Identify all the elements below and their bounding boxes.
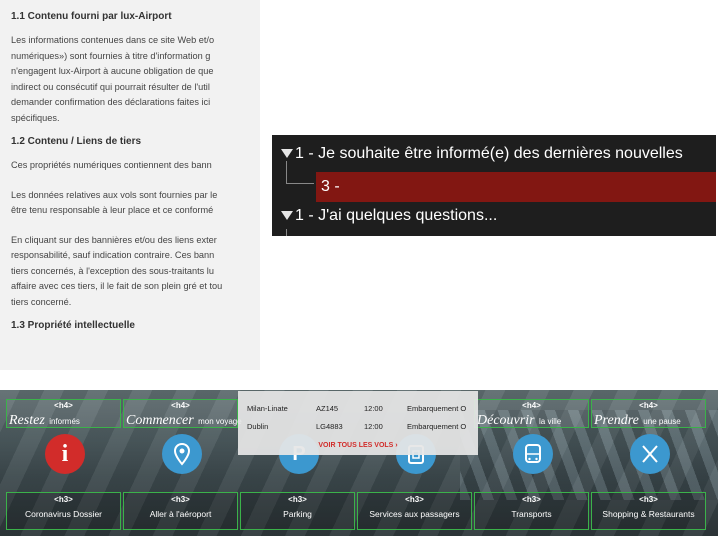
section-1-1-paragraph: Les informations contenues dans ce site … [11, 35, 215, 123]
tree-node-label: 3 - [321, 178, 340, 195]
section-1-2-paragraph-2: Les données relatives aux vols sont four… [11, 189, 218, 216]
legal-text-panel: 1.1 Contenu fourni par lux-Airport Les i… [0, 0, 260, 370]
fork-knife-icon[interactable] [630, 434, 670, 474]
bus-icon[interactable] [513, 434, 553, 474]
tree-node-questions[interactable]: 1 - J'ai quelques questions... [272, 203, 716, 229]
section-heading-1-2: 1.2 Contenu / Liens de tiers [11, 136, 142, 147]
h3-link-parking[interactable]: <h3> Parking [240, 492, 355, 530]
h3-label: Transports [511, 509, 552, 519]
h3-label: Services aux passagers [369, 509, 460, 519]
flight-board: Milan-Linate AZ145 12:00 Embarquement O … [238, 391, 478, 455]
airport-menu-strip: <h4> Restez informés i <h3> Coronavirus … [0, 390, 718, 536]
h4-label-box: <h4> Commencer mon voyage [123, 399, 242, 428]
tree-connector [286, 229, 287, 236]
h4-title: Prendre [594, 413, 639, 428]
h4-label-box: <h4> Prendre une pause [591, 399, 706, 428]
h4-title: Découvrir [477, 413, 535, 428]
menu-card-airport-access: <h4> Commencer mon voyage <h3> Aller à l… [123, 399, 242, 530]
h4-label-box: <h4> Restez informés [6, 399, 121, 428]
tree-node-label: 1 - J'ai quelques questions... [295, 207, 498, 224]
h3-link-passenger-services[interactable]: <h3> Services aux passagers [357, 492, 472, 530]
menu-card-shopping: <h4> Prendre une pause <h3> Shopping & R… [591, 399, 706, 530]
h3-label: Shopping & Restaurants [602, 509, 695, 519]
expand-triangle-icon[interactable] [281, 149, 293, 159]
tree-node-news[interactable]: 1 - Je souhaite être informé(e) des dern… [272, 141, 716, 167]
tree-view-panel: 1 - Je souhaite être informé(e) des dern… [272, 135, 716, 236]
tree-node-selected[interactable]: 3 - [316, 172, 716, 202]
h3-label: Coronavirus Dossier [25, 509, 102, 519]
h3-link-airport-access[interactable]: <h3> Aller à l'aéroport [123, 492, 238, 530]
h3-link-shopping[interactable]: <h3> Shopping & Restaurants [591, 492, 706, 530]
section-heading-1-3: 1.3 Propriété intellectuelle [11, 320, 135, 331]
h3-label: Aller à l'aéroport [149, 509, 212, 519]
view-all-flights-link[interactable]: VOIR TOUS LES VOLS › [238, 442, 478, 449]
menu-card-coronavirus: <h4> Restez informés i <h3> Coronavirus … [6, 399, 121, 530]
h4-title: Commencer [126, 413, 194, 428]
h3-label: Parking [283, 509, 312, 519]
h4-subtitle: informés [49, 417, 80, 426]
location-pin-icon[interactable] [162, 434, 202, 474]
expand-triangle-icon[interactable] [281, 211, 293, 221]
tree-connector [286, 183, 314, 184]
menu-card-transports: <h4> Découvrir la ville <h3> Transports [474, 399, 589, 530]
section-1-2-paragraph-1: Ces propriétés numériques contiennent de… [11, 160, 212, 170]
info-icon[interactable]: i [45, 434, 85, 474]
h4-subtitle: mon voyage [198, 417, 242, 426]
tree-node-label: 1 - Je souhaite être informé(e) des dern… [295, 145, 683, 162]
section-heading-1-1: 1.1 Contenu fourni par lux-Airport [11, 11, 172, 22]
h4-label-box: <h4> Découvrir la ville [474, 399, 589, 428]
h4-title: Restez [9, 413, 45, 428]
h4-subtitle: une pause [643, 417, 681, 426]
h4-subtitle: la ville [539, 417, 562, 426]
section-1-2-paragraph-3: En cliquant sur des bannières et/ou des … [11, 234, 223, 307]
h3-link-transports[interactable]: <h3> Transports [474, 492, 589, 530]
h3-link-coronavirus[interactable]: <h3> Coronavirus Dossier [6, 492, 121, 530]
